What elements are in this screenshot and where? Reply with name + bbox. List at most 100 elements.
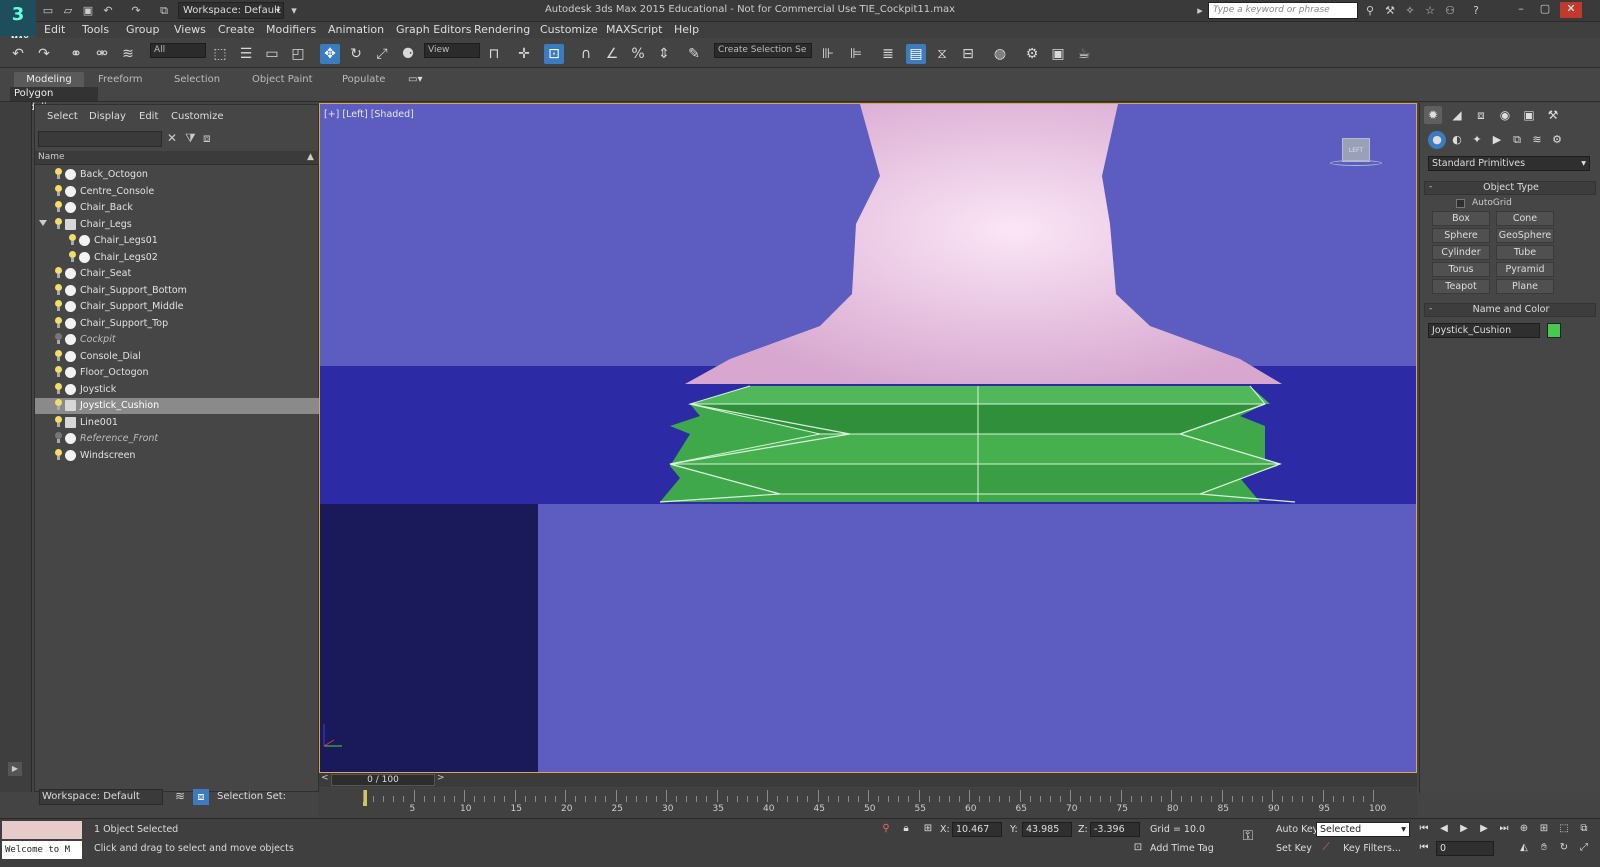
pyramid-button[interactable]: Pyramid bbox=[1496, 262, 1554, 277]
ribbon-tab-populate[interactable]: Populate bbox=[342, 72, 385, 88]
ribbon-tab-modeling[interactable]: Modeling bbox=[14, 72, 84, 88]
key-filters-button[interactable]: Key Filters... bbox=[1340, 841, 1404, 856]
layer-manager-icon[interactable]: ≣ bbox=[878, 44, 898, 64]
scene-object-row[interactable]: Centre_Console bbox=[35, 184, 320, 200]
scene-object-row[interactable]: Chair_Legs02 bbox=[35, 250, 320, 266]
absolute-mode-icon[interactable]: ⊞ bbox=[920, 822, 936, 836]
scene-object-row[interactable]: Chair_Back bbox=[35, 200, 320, 216]
spinner-snap-icon[interactable]: ⇕ bbox=[654, 44, 674, 64]
object-type-rollout[interactable]: - Object Type bbox=[1424, 181, 1596, 195]
menu-maxscript[interactable]: MAXScript bbox=[606, 23, 662, 36]
undo-icon[interactable]: ↶ bbox=[8, 44, 28, 64]
link-icon[interactable]: ⚭ bbox=[66, 44, 86, 64]
window-crossing-icon[interactable]: ◰ bbox=[288, 44, 308, 64]
toggle-ribbon-icon[interactable]: ▤ bbox=[906, 44, 926, 64]
cameras-icon[interactable]: ▶ bbox=[1488, 131, 1506, 149]
autogrid-checkbox[interactable] bbox=[1456, 199, 1465, 208]
select-and-rotate-icon[interactable]: ↻ bbox=[346, 44, 366, 64]
sort-hierarchy-icon[interactable]: ⧈ bbox=[193, 789, 209, 805]
time-slider[interactable]: < 0 / 100 > bbox=[319, 773, 1417, 787]
zoom-all-icon[interactable]: ⊞ bbox=[1536, 822, 1552, 836]
cylinder-button[interactable]: Cylinder bbox=[1432, 245, 1490, 260]
scene-object-row[interactable]: Floor_Octogon bbox=[35, 365, 320, 381]
expand-arrow-icon[interactable]: ▶ bbox=[8, 762, 22, 776]
favorites-star-icon[interactable]: ☆ bbox=[1422, 3, 1438, 19]
maxscript-output[interactable]: Welcome to M bbox=[2, 841, 82, 859]
zoom-extents-icon[interactable]: ⬚ bbox=[1556, 822, 1572, 836]
edit-named-selection-icon[interactable]: ✎ bbox=[684, 44, 704, 64]
utilities-tab-icon[interactable]: ⚒ bbox=[1544, 106, 1562, 124]
scene-object-row[interactable]: Chair_Legs bbox=[35, 217, 320, 233]
y-coordinate-field[interactable]: 43.985 bbox=[1022, 822, 1072, 837]
scene-object-row[interactable]: Back_Octogon bbox=[35, 167, 320, 183]
menu-modifiers[interactable]: Modifiers bbox=[266, 23, 316, 36]
explorer-search-input[interactable] bbox=[38, 131, 162, 147]
help-icon[interactable]: ? bbox=[1468, 3, 1484, 19]
visibility-bulb-icon[interactable] bbox=[55, 184, 62, 196]
hierarchy-icon[interactable]: ⧈ bbox=[203, 131, 211, 146]
key-mode-dropdown[interactable]: Selected ▾ bbox=[1316, 822, 1410, 837]
expand-triangle-icon[interactable] bbox=[39, 219, 47, 226]
chevron-right-icon[interactable]: ▸ bbox=[1192, 3, 1208, 19]
align-icon[interactable]: ⊫ bbox=[846, 44, 866, 64]
object-color-swatch[interactable] bbox=[1547, 323, 1561, 338]
explorer-menu-edit[interactable]: Edit bbox=[139, 111, 158, 122]
keyboard-shortcut-override-icon[interactable]: ⊡ bbox=[544, 44, 564, 64]
communication-icon[interactable]: ✧ bbox=[1402, 3, 1418, 19]
plane-button[interactable]: Plane bbox=[1496, 279, 1554, 294]
go-to-start-icon[interactable]: ⏮︎ bbox=[1416, 822, 1432, 836]
menu-group[interactable]: Group bbox=[126, 23, 160, 36]
scene-object-row[interactable]: Chair_Support_Middle bbox=[35, 299, 320, 315]
search-input[interactable]: Type a keyword or phrase bbox=[1208, 2, 1358, 19]
ribbon-tab-selection[interactable]: Selection bbox=[174, 72, 220, 88]
lights-icon[interactable]: ✦ bbox=[1468, 131, 1486, 149]
visibility-bulb-icon[interactable] bbox=[55, 432, 62, 443]
scene-object-row[interactable]: Chair_Seat bbox=[35, 266, 320, 282]
menu-edit[interactable]: Edit bbox=[44, 23, 65, 36]
key-icon[interactable]: ⚿ bbox=[1240, 829, 1256, 843]
z-coordinate-field[interactable]: -3.396 bbox=[1090, 822, 1140, 837]
visibility-bulb-icon[interactable] bbox=[55, 333, 62, 344]
maximize-viewport-icon[interactable]: ⤢ bbox=[1576, 841, 1592, 855]
menu-create[interactable]: Create bbox=[218, 23, 255, 36]
next-frame-icon[interactable]: ▶︎ bbox=[1476, 822, 1492, 836]
viewcube[interactable]: LEFT bbox=[1342, 138, 1370, 162]
save-icon[interactable]: ▣ bbox=[80, 3, 96, 19]
visibility-bulb-icon[interactable] bbox=[55, 201, 62, 212]
x-coordinate-field[interactable]: 10.467 bbox=[952, 822, 1002, 837]
menu-customize[interactable]: Customize bbox=[540, 23, 598, 36]
menu-graph-editors[interactable]: Graph Editors bbox=[396, 23, 472, 36]
selection-filter-dropdown[interactable]: All bbox=[150, 43, 206, 58]
scene-object-row[interactable]: Chair_Support_Top bbox=[35, 316, 320, 332]
select-and-place-icon[interactable]: ⚈ bbox=[398, 44, 418, 64]
schematic-view-icon[interactable]: ⊟ bbox=[958, 44, 978, 64]
subscription-icon[interactable]: ⚒ bbox=[1382, 3, 1398, 19]
bind-space-warp-icon[interactable]: ≋ bbox=[118, 44, 138, 64]
scene-object-row[interactable]: Joystick_Cushion bbox=[35, 398, 320, 414]
key-mode-toggle-icon[interactable]: ⏮︎ bbox=[1416, 841, 1432, 855]
select-object-icon[interactable]: ⬚ bbox=[210, 44, 230, 64]
time-slider-next-icon[interactable]: > bbox=[437, 773, 445, 783]
percent-snap-icon[interactable]: % bbox=[628, 44, 648, 64]
scene-object-row[interactable]: Chair_Legs01 bbox=[35, 233, 320, 249]
redo-icon[interactable]: ↷ bbox=[128, 3, 144, 19]
visibility-bulb-icon[interactable] bbox=[55, 415, 62, 427]
visibility-bulb-icon[interactable] bbox=[69, 234, 76, 245]
ribbon-tab-freeform[interactable]: Freeform bbox=[98, 72, 143, 88]
binoculars-icon[interactable]: ⚲ bbox=[1362, 3, 1378, 19]
object-name-field[interactable]: Joystick_Cushion bbox=[1428, 323, 1540, 338]
menu-tools[interactable]: Tools bbox=[82, 23, 109, 36]
scene-object-row[interactable]: Chair_Support_Bottom bbox=[35, 283, 320, 299]
shapes-icon[interactable]: ◐ bbox=[1448, 131, 1466, 149]
visibility-bulb-icon[interactable] bbox=[55, 168, 62, 179]
visibility-bulb-icon[interactable] bbox=[55, 382, 62, 394]
visibility-bulb-icon[interactable] bbox=[55, 267, 62, 278]
redo-icon[interactable]: ↷ bbox=[34, 44, 54, 64]
unlink-icon[interactable]: ⚮ bbox=[92, 44, 112, 64]
clear-filter-icon[interactable]: ✕ bbox=[167, 131, 177, 145]
menu-views[interactable]: Views bbox=[174, 23, 206, 36]
visibility-bulb-icon[interactable] bbox=[69, 250, 76, 262]
space-warps-icon[interactable]: ≋ bbox=[1528, 131, 1546, 149]
explorer-menu-display[interactable]: Display bbox=[89, 111, 126, 122]
scene-object-row[interactable]: Reference_Front bbox=[35, 431, 320, 447]
